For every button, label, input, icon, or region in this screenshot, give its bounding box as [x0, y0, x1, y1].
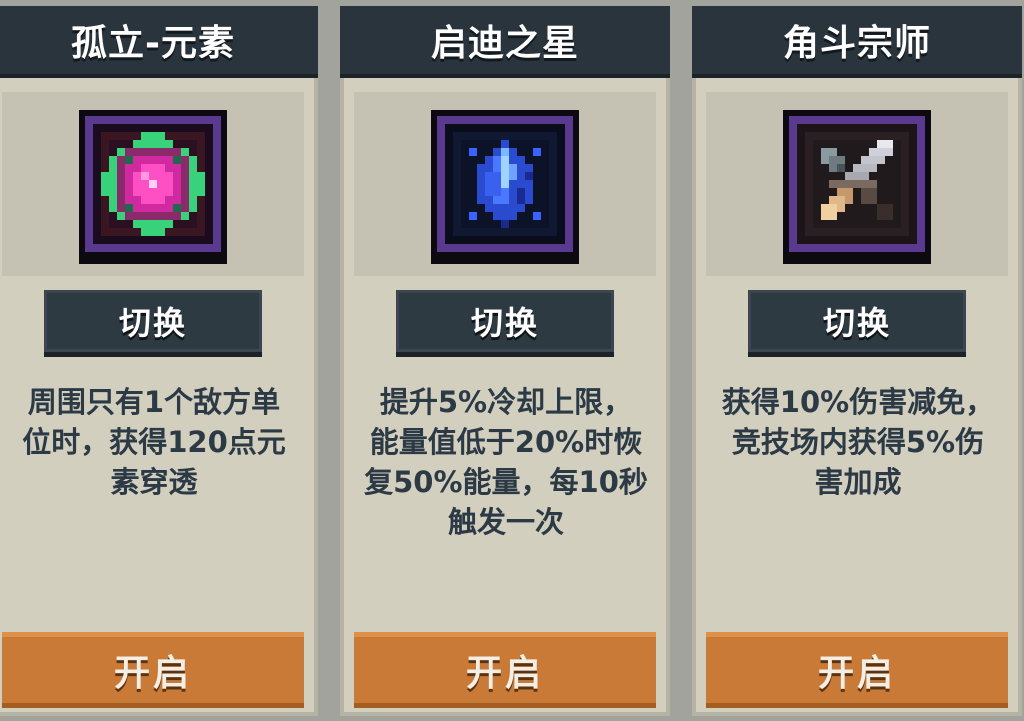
- switch-button-label: 切换: [470, 304, 539, 342]
- description-line: 能量值低于20%时恢: [369, 425, 643, 459]
- talent-card-enlightenment-star: 启迪之星 切换 提升5%冷却上限， 能量值低于20%时恢 复50%能量，每10秒…: [340, 6, 670, 716]
- open-button[interactable]: 开启: [2, 632, 304, 708]
- open-button-label: 开启: [113, 653, 192, 694]
- talent-description: 获得10%伤害减免， 竞技场内获得5%伤 害加成: [700, 382, 1016, 502]
- description-line: 周围只有1个敌方单: [27, 385, 281, 419]
- description-line: 获得10%伤害减免，: [721, 385, 995, 419]
- open-button-label: 开启: [465, 653, 544, 694]
- talent-selection-screen: 孤立-元素 切换 周围只有1个敌方单 位时，获得120点元 素穿透 开启 启迪之…: [0, 0, 1024, 721]
- card-title: 启迪之星: [430, 23, 579, 64]
- description-line: 触发一次: [447, 505, 564, 539]
- switch-button-label: 切换: [118, 304, 187, 342]
- blue-crystal-icon: [437, 116, 573, 252]
- talent-description: 提升5%冷却上限， 能量值低于20%时恢 复50%能量，每10秒 触发一次: [348, 382, 664, 542]
- card-header: 启迪之星: [340, 6, 670, 78]
- description-line: 素穿透: [110, 465, 198, 499]
- switch-button[interactable]: 切换: [44, 290, 262, 352]
- talent-card-gladiator-master: 角斗宗师 切换 获得10%伤害减免， 竞技场内获得5%伤 害加成 开启: [692, 6, 1022, 716]
- icon-panel: [706, 92, 1008, 276]
- card-header: 角斗宗师: [692, 6, 1022, 78]
- description-line: 提升5%冷却上限，: [379, 385, 633, 419]
- switch-button-label: 切换: [822, 304, 891, 342]
- open-button[interactable]: 开启: [354, 632, 656, 708]
- crossed-swords-icon: [789, 116, 925, 252]
- description-line: 竞技场内获得5%伤: [731, 425, 985, 459]
- open-button[interactable]: 开启: [706, 632, 1008, 708]
- switch-button[interactable]: 切换: [748, 290, 966, 352]
- card-title: 孤立-元素: [71, 23, 235, 64]
- switch-button[interactable]: 切换: [396, 290, 614, 352]
- card-title: 角斗宗师: [782, 23, 931, 64]
- icon-panel: [2, 92, 304, 276]
- card-header: 孤立-元素: [0, 6, 318, 78]
- pink-green-gem-icon: [85, 116, 221, 252]
- description-line: 害加成: [814, 465, 902, 499]
- talent-card-isolation-element: 孤立-元素 切换 周围只有1个敌方单 位时，获得120点元 素穿透 开启: [0, 6, 318, 716]
- open-button-label: 开启: [817, 653, 896, 694]
- description-line: 复50%能量，每10秒: [364, 465, 648, 499]
- talent-description: 周围只有1个敌方单 位时，获得120点元 素穿透: [0, 382, 312, 502]
- icon-panel: [354, 92, 656, 276]
- description-line: 位时，获得120点元: [22, 425, 286, 459]
